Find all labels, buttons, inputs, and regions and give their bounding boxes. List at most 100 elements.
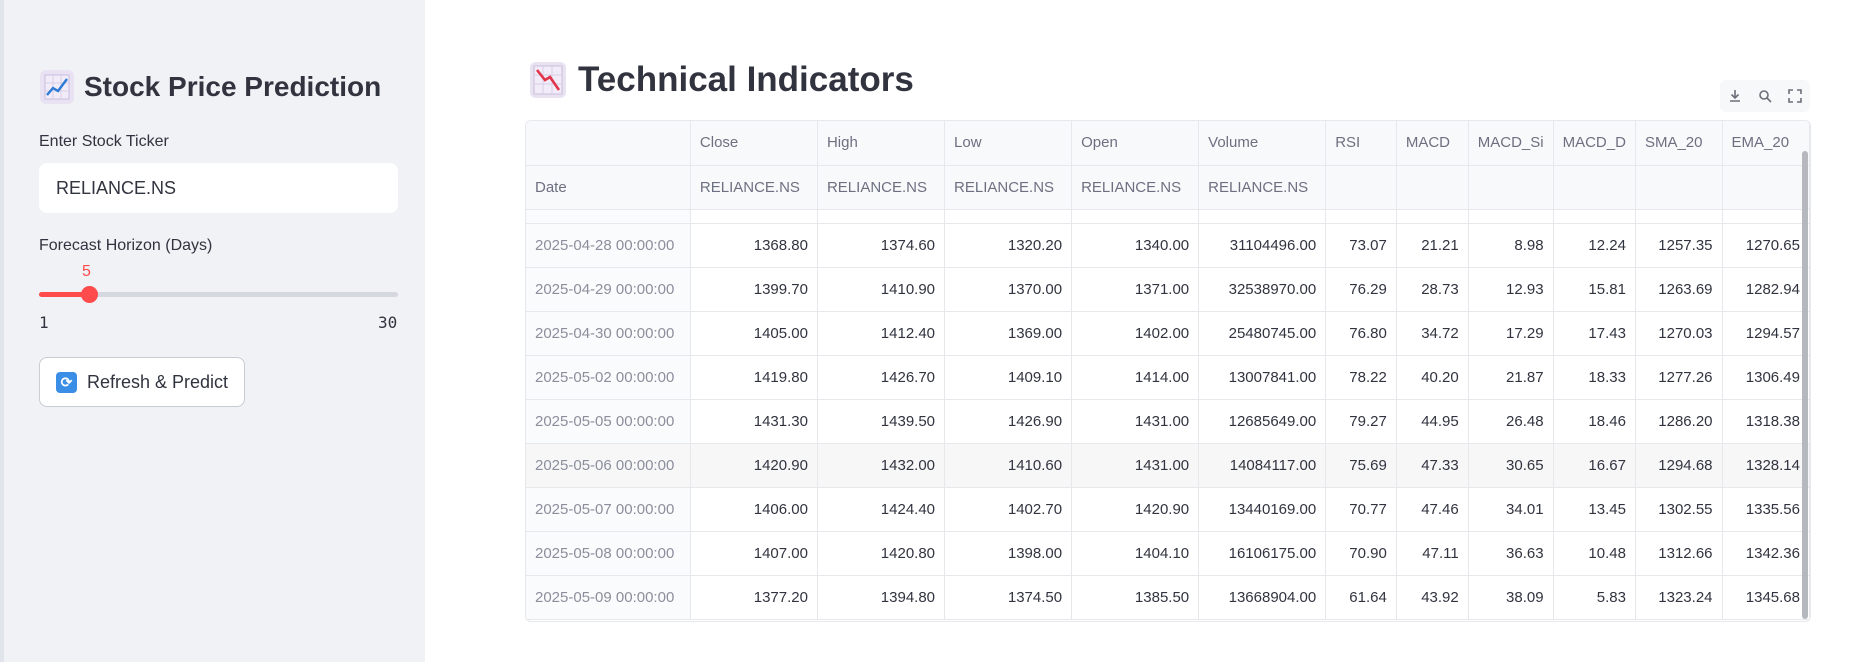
table-cell[interactable]: 47.33 bbox=[1396, 443, 1469, 488]
table-cell[interactable]: 14084117.00 bbox=[1198, 443, 1327, 488]
table-cell[interactable]: 12.93 bbox=[1468, 267, 1554, 312]
table-cell[interactable]: 34.72 bbox=[1396, 311, 1469, 356]
table-cell[interactable]: 12685649.00 bbox=[1198, 399, 1327, 444]
table-row[interactable]: 2025-05-08 00:00:00 1407.00 1420.80 1398.00… bbox=[526, 531, 1810, 576]
table-cell[interactable]: 1270.03 bbox=[1635, 311, 1723, 356]
table-cell[interactable]: 75.69 bbox=[1325, 443, 1397, 488]
table-cell[interactable]: 34.01 bbox=[1468, 487, 1554, 532]
column-header[interactable]: Close bbox=[690, 121, 818, 166]
column-subheader[interactable]: RELIANCE.NS bbox=[1071, 165, 1200, 210]
table-cell[interactable]: 17.43 bbox=[1553, 311, 1636, 356]
table-cell[interactable]: 13.45 bbox=[1553, 487, 1636, 532]
table-row[interactable]: 2025-04-28 00:00:00 1368.80 1374.60 1320.20… bbox=[526, 223, 1810, 268]
table-cell[interactable]: 1335.56 bbox=[1722, 487, 1810, 532]
column-header[interactable]: Open bbox=[1071, 121, 1200, 166]
table-cell[interactable]: 1340.00 bbox=[1071, 223, 1200, 268]
row-index-cell[interactable]: 2025-05-02 00:00:00 bbox=[526, 355, 691, 400]
indicators-table[interactable]: Close High Low Open Volume RSI MACD MACD_Si MACD… bbox=[525, 120, 1811, 622]
table-cell[interactable]: 38.09 bbox=[1468, 575, 1554, 620]
table-cell[interactable]: 1328.14 bbox=[1722, 443, 1810, 488]
row-index-cell[interactable]: 2025-04-28 00:00:00 bbox=[526, 223, 691, 268]
table-cell[interactable]: 1420.90 bbox=[690, 443, 818, 488]
table-cell[interactable]: 36.63 bbox=[1468, 531, 1554, 576]
table-cell[interactable]: 21.87 bbox=[1468, 355, 1554, 400]
column-header[interactable]: MACD_Si bbox=[1468, 121, 1554, 166]
table-cell[interactable]: 1294.57 bbox=[1722, 311, 1810, 356]
table-cell[interactable]: 1306.49 bbox=[1722, 355, 1810, 400]
column-subheader[interactable]: RELIANCE.NS bbox=[944, 165, 1073, 210]
table-cell[interactable]: 1312.66 bbox=[1635, 531, 1723, 576]
column-subheader[interactable] bbox=[1396, 165, 1469, 210]
table-cell[interactable]: 13440169.00 bbox=[1198, 487, 1327, 532]
table-row[interactable]: 2025-05-05 00:00:00 1431.30 1439.50 1426.90… bbox=[526, 399, 1810, 444]
table-row[interactable]: 2025-04-30 00:00:00 1405.00 1412.40 1369.00… bbox=[526, 311, 1810, 356]
table-cell[interactable]: 76.80 bbox=[1325, 311, 1397, 356]
column-subheader[interactable] bbox=[1635, 165, 1723, 210]
column-subheader[interactable] bbox=[1468, 165, 1554, 210]
table-cell[interactable]: 13007841.00 bbox=[1198, 355, 1327, 400]
table-cell[interactable]: 1282.94 bbox=[1722, 267, 1810, 312]
table-cell[interactable]: 79.27 bbox=[1325, 399, 1397, 444]
table-cell[interactable]: 1323.24 bbox=[1635, 575, 1723, 620]
table-cell[interactable]: 1377.20 bbox=[690, 575, 818, 620]
table-cell[interactable]: 1394.80 bbox=[817, 575, 946, 620]
column-header[interactable]: EMA_20 bbox=[1722, 121, 1810, 166]
table-cell[interactable]: 1426.90 bbox=[944, 399, 1073, 444]
table-cell[interactable]: 13668904.00 bbox=[1198, 575, 1327, 620]
row-index-cell[interactable]: 2025-05-06 00:00:00 bbox=[526, 443, 691, 488]
table-cell[interactable]: 1420.80 bbox=[817, 531, 946, 576]
table-cell[interactable]: 31104496.00 bbox=[1198, 223, 1327, 268]
table-cell[interactable]: 1370.00 bbox=[944, 267, 1073, 312]
column-header[interactable]: High bbox=[817, 121, 946, 166]
table-cell[interactable]: 1412.40 bbox=[817, 311, 946, 356]
table-cell[interactable]: 16.67 bbox=[1553, 443, 1636, 488]
table-cell[interactable]: 5.83 bbox=[1553, 575, 1636, 620]
table-row[interactable]: 2025-04-29 00:00:00 1399.70 1410.90 1370.00… bbox=[526, 267, 1810, 312]
table-cell[interactable]: 73.07 bbox=[1325, 223, 1397, 268]
table-cell[interactable]: 1439.50 bbox=[817, 399, 946, 444]
table-cell[interactable]: 1402.70 bbox=[944, 487, 1073, 532]
table-cell[interactable]: 1407.00 bbox=[690, 531, 818, 576]
table-cell[interactable]: 18.46 bbox=[1553, 399, 1636, 444]
ticker-input[interactable] bbox=[39, 163, 398, 213]
table-cell[interactable]: 70.77 bbox=[1325, 487, 1397, 532]
table-cell[interactable]: 1406.00 bbox=[690, 487, 818, 532]
row-index-cell[interactable]: 2025-05-07 00:00:00 bbox=[526, 487, 691, 532]
table-cell[interactable]: 1277.26 bbox=[1635, 355, 1723, 400]
horizon-slider-thumb[interactable] bbox=[80, 286, 98, 303]
column-subheader[interactable]: RELIANCE.NS bbox=[1198, 165, 1327, 210]
table-cell[interactable]: 1420.90 bbox=[1071, 487, 1200, 532]
table-row[interactable]: 2025-05-09 00:00:00 1377.20 1394.80 1374.50… bbox=[526, 575, 1810, 620]
table-cell[interactable]: 18.33 bbox=[1553, 355, 1636, 400]
table-cell[interactable]: 28.73 bbox=[1396, 267, 1469, 312]
table-row[interactable]: 2025-05-07 00:00:00 1406.00 1424.40 1402.70… bbox=[526, 487, 1810, 532]
row-index-cell[interactable]: 2025-05-08 00:00:00 bbox=[526, 531, 691, 576]
fullscreen-icon[interactable] bbox=[1785, 86, 1805, 106]
table-cell[interactable]: 1398.00 bbox=[944, 531, 1073, 576]
table-cell[interactable]: 1374.60 bbox=[817, 223, 946, 268]
table-cell[interactable]: 1431.00 bbox=[1071, 443, 1200, 488]
table-cell[interactable]: 1286.20 bbox=[1635, 399, 1723, 444]
index-header[interactable]: Date bbox=[526, 165, 691, 210]
table-cell[interactable]: 8.98 bbox=[1468, 223, 1554, 268]
table-cell[interactable]: 43.92 bbox=[1396, 575, 1469, 620]
table-cell[interactable]: 17.29 bbox=[1468, 311, 1554, 356]
table-row[interactable]: 2025-05-06 00:00:00 1420.90 1432.00 1410.60… bbox=[526, 443, 1810, 488]
table-cell[interactable]: 76.29 bbox=[1325, 267, 1397, 312]
row-index-cell[interactable]: 2025-04-29 00:00:00 bbox=[526, 267, 691, 312]
table-cell[interactable]: 1399.70 bbox=[690, 267, 818, 312]
column-header[interactable]: Low bbox=[944, 121, 1073, 166]
table-cell[interactable]: 1368.80 bbox=[690, 223, 818, 268]
column-subheader[interactable] bbox=[1722, 165, 1810, 210]
table-cell[interactable]: 1374.50 bbox=[944, 575, 1073, 620]
table-cell[interactable]: 1424.40 bbox=[817, 487, 946, 532]
table-cell[interactable]: 1345.68 bbox=[1722, 575, 1810, 620]
table-cell[interactable]: 1409.10 bbox=[944, 355, 1073, 400]
table-cell[interactable]: 12.24 bbox=[1553, 223, 1636, 268]
table-cell[interactable]: 1410.60 bbox=[944, 443, 1073, 488]
table-cell[interactable]: 1257.35 bbox=[1635, 223, 1723, 268]
search-icon[interactable] bbox=[1755, 86, 1775, 106]
column-header[interactable]: SMA_20 bbox=[1635, 121, 1723, 166]
row-index-cell[interactable]: 2025-04-30 00:00:00 bbox=[526, 311, 691, 356]
table-cell[interactable]: 1270.65 bbox=[1722, 223, 1810, 268]
